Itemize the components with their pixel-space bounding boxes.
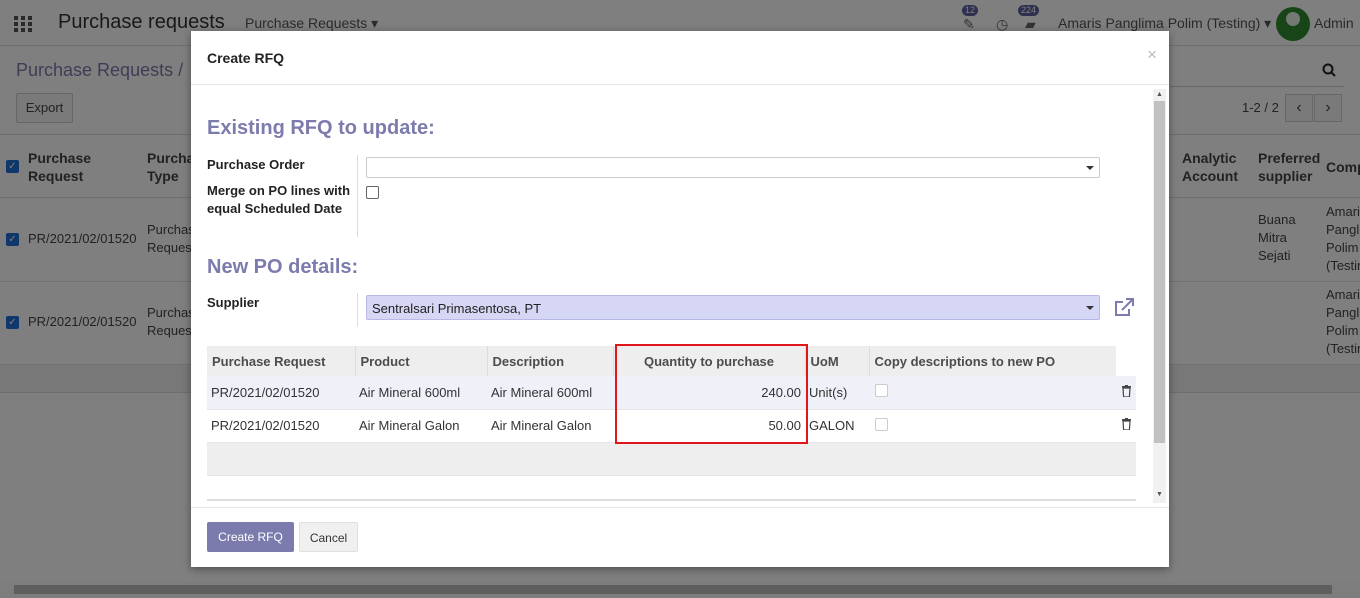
cell-copy-descriptions [869, 376, 1116, 410]
cell-uom: Unit(s) [805, 376, 869, 410]
cell-purchase-request: PR/2021/02/01520 [207, 409, 355, 443]
trash-icon[interactable] [1116, 409, 1136, 443]
copy-descriptions-checkbox[interactable] [875, 417, 888, 431]
cell-purchase-request: PR/2021/02/01520 [207, 376, 355, 410]
cell-description: Air Mineral 600ml [487, 376, 613, 410]
modal-footer: Create RFQ Cancel [191, 507, 1169, 567]
quantity-highlight-box [615, 344, 808, 444]
modal-title: Create RFQ [207, 50, 285, 66]
column-product[interactable]: Product [354, 346, 487, 376]
trash-icon[interactable] [1116, 376, 1136, 410]
purchase-order-select[interactable] [366, 157, 1100, 178]
horizontal-scrollbar-thumb[interactable] [14, 585, 1332, 594]
vertical-scrollbar-thumb[interactable] [1154, 101, 1165, 443]
modal-header: Create RFQ × [191, 31, 1169, 85]
existing-rfq-section-title: Existing RFQ to update: [207, 117, 435, 139]
create-rfq-button[interactable]: Create RFQ [207, 522, 294, 552]
table-bottom-divider [207, 499, 1136, 501]
empty-cell [207, 442, 1136, 476]
new-po-section-title: New PO details: [207, 256, 359, 278]
column-description[interactable]: Description [486, 346, 613, 376]
close-icon[interactable]: × [1147, 45, 1157, 65]
supplier-select[interactable]: Sentralsari Primasentosa, PT [366, 295, 1100, 320]
copy-descriptions-checkbox[interactable] [875, 384, 888, 398]
column-uom[interactable]: UoM [804, 346, 869, 376]
field-divider [357, 293, 358, 327]
cell-product: Air Mineral 600ml [355, 376, 487, 410]
cell-uom: GALON [805, 409, 869, 443]
empty-row [207, 442, 1136, 476]
field-divider [357, 155, 358, 237]
cell-description: Air Mineral Galon [487, 409, 613, 443]
chevron-down-icon [1086, 306, 1094, 310]
cell-copy-descriptions [869, 409, 1116, 443]
scroll-up-arrow-icon[interactable]: ▲ [1153, 89, 1166, 101]
external-link-icon[interactable] [1113, 297, 1135, 319]
column-actions [1116, 346, 1136, 376]
create-rfq-dialog: Create RFQ × Existing RFQ to update: Pur… [191, 31, 1169, 567]
merge-po-lines-label: Merge on PO lines with equal Scheduled D… [207, 183, 351, 216]
merge-po-lines-checkbox[interactable] [366, 186, 379, 199]
scroll-down-arrow-icon[interactable]: ▼ [1153, 489, 1166, 501]
supplier-value: Sentralsari Primasentosa, PT [372, 301, 542, 316]
cell-product: Air Mineral Galon [355, 409, 487, 443]
column-copy-descriptions[interactable]: Copy descriptions to new PO [868, 346, 1116, 376]
cancel-button[interactable]: Cancel [299, 522, 358, 552]
purchase-order-label: Purchase Order [207, 157, 305, 172]
supplier-label: Supplier [207, 295, 260, 310]
chevron-down-icon [1086, 166, 1094, 170]
column-purchase-request[interactable]: Purchase Request [207, 346, 355, 376]
